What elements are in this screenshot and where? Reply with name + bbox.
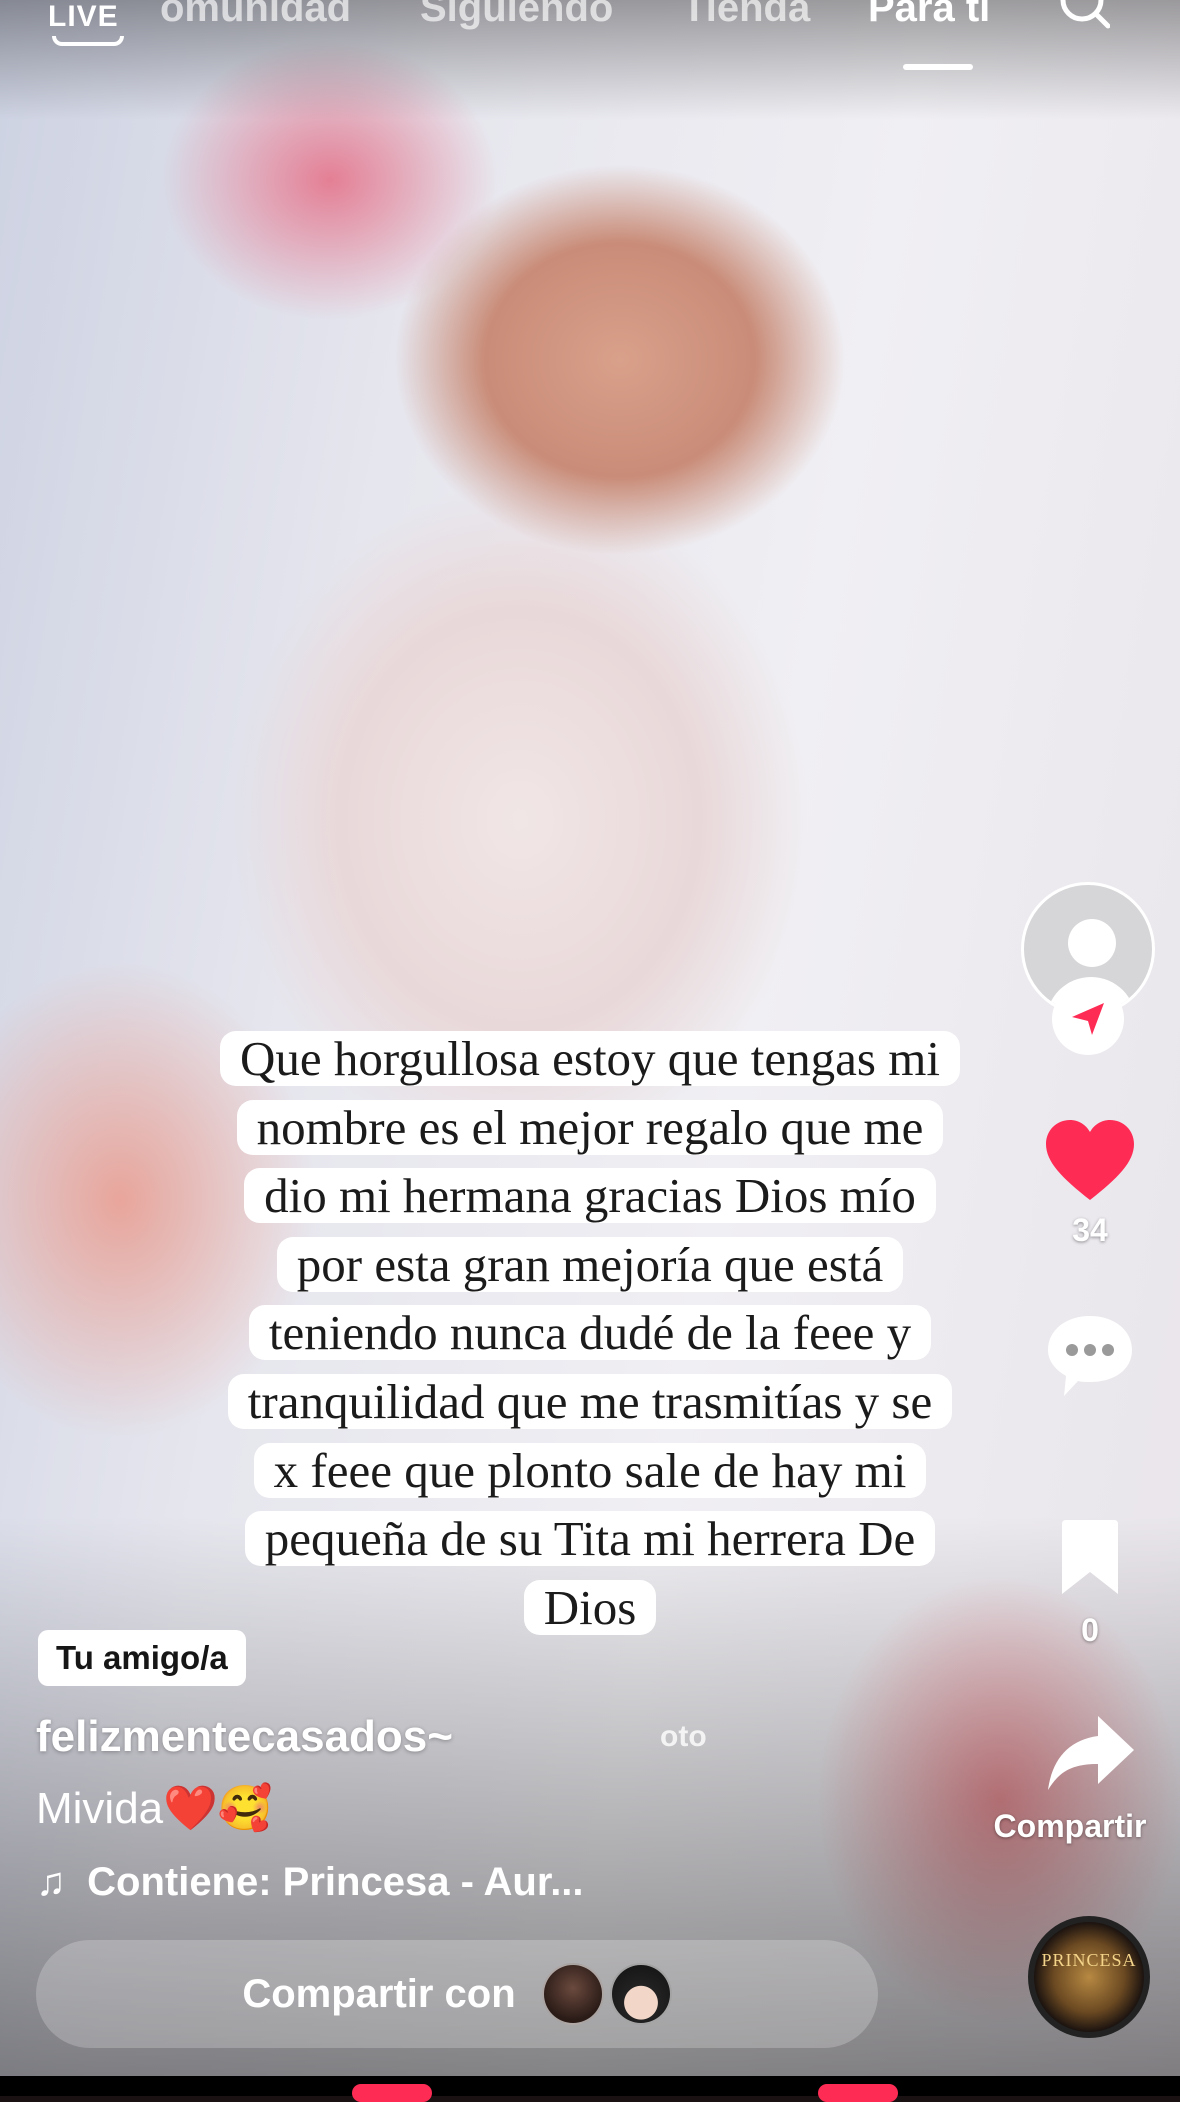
nav-indicator-2: [818, 2084, 898, 2102]
share-with-label: Compartir con: [242, 1971, 516, 2016]
music-info[interactable]: ♫ Contiene: Princesa - Aur...: [36, 1860, 584, 1905]
username-suffix: oto: [660, 1720, 707, 1753]
save-count: 0: [1081, 1612, 1099, 1648]
like-icon[interactable]: [1042, 1118, 1138, 1204]
music-note-icon: ♫: [36, 1860, 66, 1904]
follow-button[interactable]: [1052, 983, 1124, 1055]
avatar-head-shape: [1068, 919, 1116, 967]
video-caption: Que horgullosa estoy que tengas mi nombr…: [220, 1025, 960, 1642]
tab-comunidad[interactable]: omunidad: [160, 0, 351, 31]
active-tab-indicator: [903, 64, 973, 70]
music-title: Contiene: Princesa - Aur...: [87, 1860, 584, 1904]
bottom-nav-edge: [0, 2076, 1180, 2102]
friend-avatar-2[interactable]: [609, 1963, 672, 2025]
send-arrow-icon: [1072, 1003, 1104, 1035]
caption-text: Que horgullosa estoy que tengas mi nombr…: [220, 1031, 960, 1635]
friend-badge: Tu amigo/a: [38, 1630, 246, 1686]
tab-siguiendo[interactable]: Siguiendo: [420, 0, 613, 31]
share-label[interactable]: Compartir: [980, 1808, 1160, 1845]
music-disc-label: PRINCESA: [1041, 1950, 1137, 1970]
tab-para-ti[interactable]: Para ti: [868, 0, 990, 31]
creator-username[interactable]: felizmentecasados~: [36, 1712, 453, 1762]
like-count: 34: [1072, 1212, 1108, 1248]
comment-icon[interactable]: [1042, 1310, 1138, 1402]
music-disc-icon[interactable]: PRINCESA: [1028, 1916, 1150, 2038]
search-icon[interactable]: [1060, 0, 1110, 38]
top-navigation: LIVE omunidad Siguiendo Tienda Para ti: [0, 0, 1180, 80]
friend-avatar-1[interactable]: [541, 1963, 604, 2025]
share-arrow-icon[interactable]: [1044, 1712, 1136, 1794]
share-with-bar[interactable]: Compartir con: [36, 1940, 878, 2048]
live-tv-icon: [52, 36, 124, 46]
live-button[interactable]: LIVE: [48, 0, 119, 34]
video-description[interactable]: Mivida❤️🥰: [36, 1782, 273, 1834]
nav-indicator-1: [352, 2084, 432, 2102]
bookmark-icon[interactable]: [1056, 1518, 1124, 1598]
tab-tienda[interactable]: Tienda: [682, 0, 810, 31]
